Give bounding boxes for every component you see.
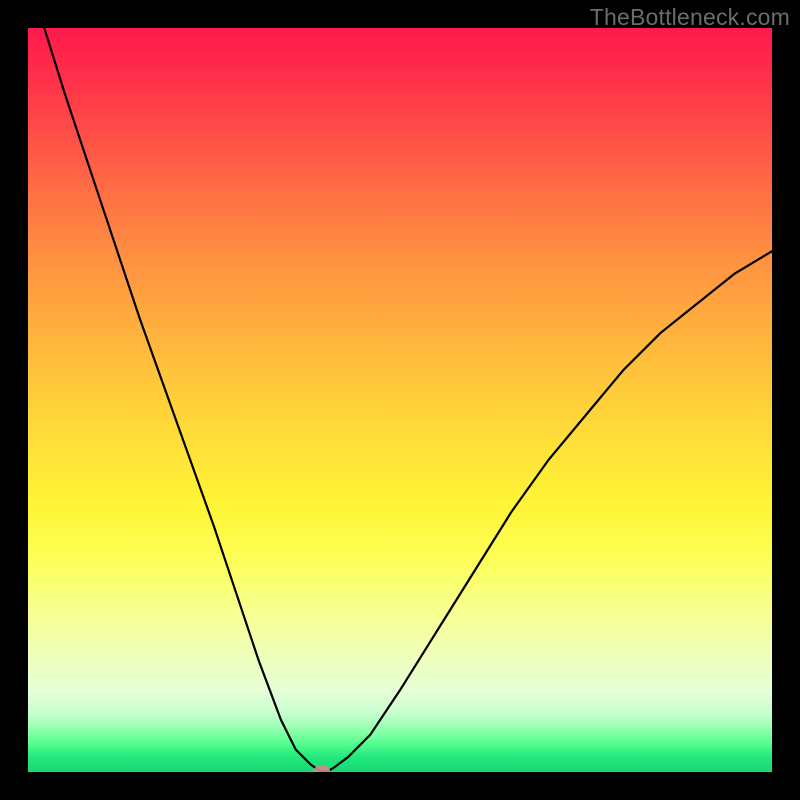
bottleneck-curve-path	[28, 28, 772, 772]
chart-frame: TheBottleneck.com	[0, 0, 800, 800]
curve-svg	[28, 28, 772, 772]
watermark-text: TheBottleneck.com	[590, 4, 790, 31]
plot-area	[28, 28, 772, 772]
optimal-marker	[314, 766, 330, 772]
